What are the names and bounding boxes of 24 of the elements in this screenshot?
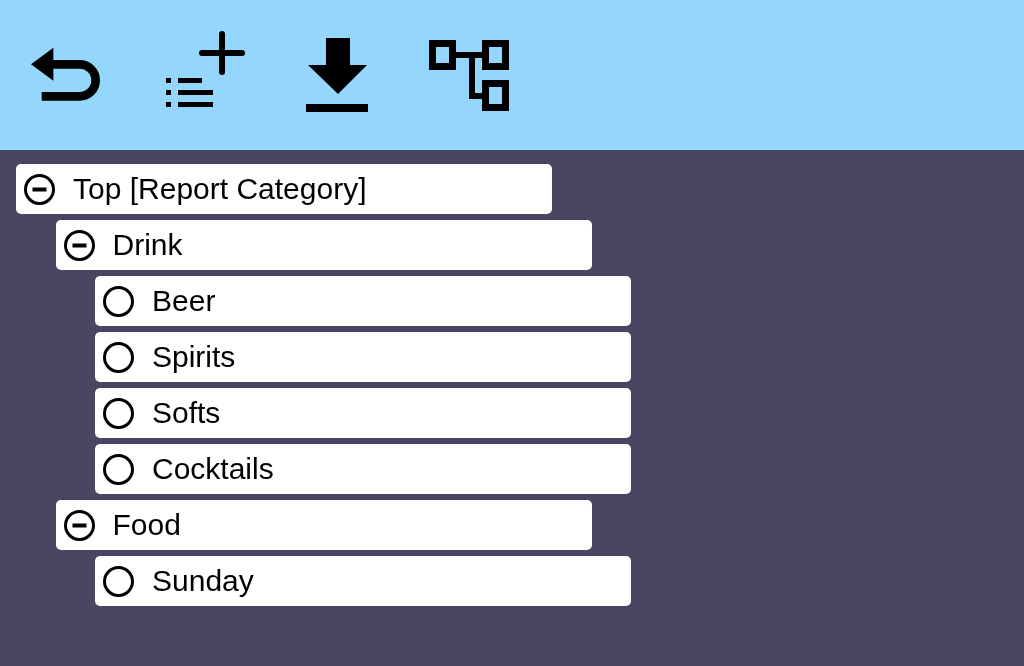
download-button[interactable] (306, 38, 368, 112)
download-icon (306, 38, 368, 112)
tree-item[interactable]: Food (55, 500, 592, 550)
tree-item[interactable]: Spirits (95, 332, 631, 382)
circle-icon (103, 341, 134, 373)
circle-minus-icon[interactable] (63, 509, 95, 541)
tree-item[interactable]: Cocktails (95, 444, 631, 494)
circle-minus-icon[interactable] (63, 229, 95, 261)
undo-button[interactable] (31, 47, 101, 103)
hierarchy-icon (429, 39, 509, 111)
undo-icon (31, 47, 101, 103)
hierarchy-button[interactable] (429, 39, 509, 111)
circle-icon (103, 565, 134, 597)
circle-icon (103, 453, 134, 485)
tree-item[interactable]: Softs (95, 388, 631, 438)
tree-item[interactable]: Sunday (95, 556, 631, 606)
add-list-item-button[interactable] (165, 31, 245, 109)
tree-item[interactable]: Beer (95, 276, 631, 326)
tree-item[interactable]: Top [Report Category] (16, 164, 552, 214)
circle-icon (103, 397, 134, 429)
list-plus-icon (165, 31, 245, 109)
circle-icon (103, 285, 134, 317)
tree-item[interactable]: Drink (55, 220, 592, 270)
circle-minus-icon[interactable] (24, 173, 55, 205)
